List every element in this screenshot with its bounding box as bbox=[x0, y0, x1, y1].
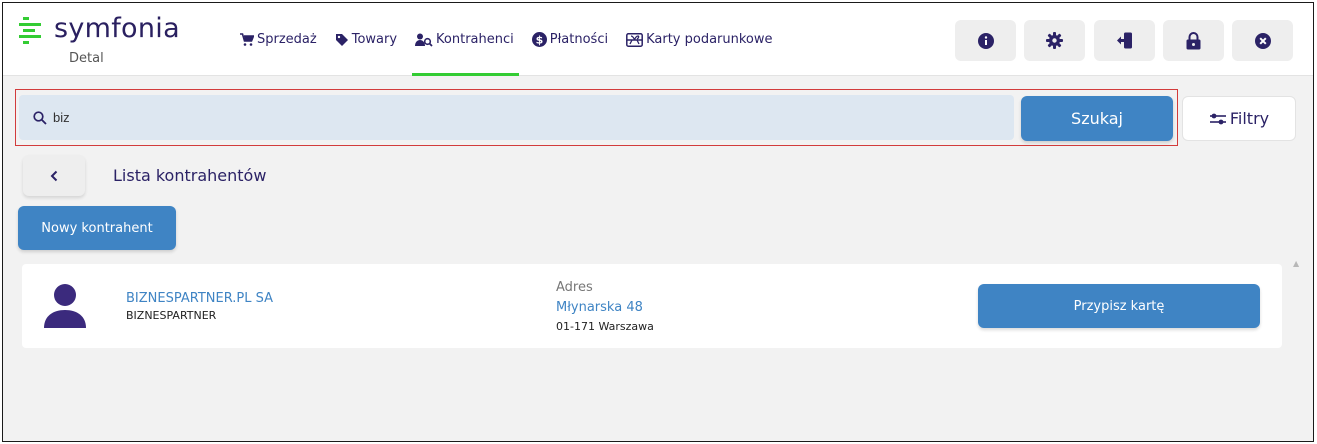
contacts-search-icon bbox=[415, 33, 433, 47]
cart-icon bbox=[240, 33, 254, 46]
contractor-short-name: BIZNESPARTNER bbox=[126, 309, 217, 322]
lock-button[interactable] bbox=[1163, 20, 1224, 61]
search-icon bbox=[33, 110, 47, 125]
gift-card-icon bbox=[626, 32, 644, 47]
nav-item-kontrahenci[interactable]: Kontrahenci bbox=[406, 3, 523, 76]
search-bar[interactable] bbox=[19, 95, 1014, 140]
logo-subtitle: Detal bbox=[69, 51, 104, 66]
info-icon bbox=[977, 32, 994, 49]
nav-label: Sprzedaż bbox=[257, 32, 317, 47]
nav-label: Towary bbox=[351, 32, 398, 47]
info-button[interactable] bbox=[955, 20, 1016, 61]
symfonia-logo-icon bbox=[19, 17, 41, 44]
lock-icon bbox=[1186, 31, 1201, 49]
logout-icon bbox=[1117, 32, 1132, 49]
app-window: symfonia Detal Sprzedaż Towary Kontrahen… bbox=[2, 2, 1314, 442]
back-button[interactable] bbox=[23, 155, 85, 196]
new-contractor-button[interactable]: Nowy kontrahent bbox=[18, 206, 176, 250]
address-city: 01-171 Warszawa bbox=[556, 320, 654, 333]
filter-sliders-icon bbox=[1209, 113, 1226, 124]
filters-label: Filtry bbox=[1229, 109, 1270, 128]
address-label: Adres bbox=[556, 280, 593, 295]
assign-card-button[interactable]: Przypisz kartę bbox=[978, 284, 1260, 328]
filters-button[interactable]: Filtry bbox=[1182, 96, 1296, 141]
page-title: Lista kontrahentów bbox=[113, 166, 267, 185]
nav-label: Karty podarunkowe bbox=[646, 32, 773, 47]
main-nav: Sprzedaż Towary Kontrahenci $ Płatności … bbox=[231, 3, 782, 76]
settings-button[interactable] bbox=[1024, 20, 1085, 61]
chevron-left-icon bbox=[50, 170, 58, 181]
nav-label: Płatności bbox=[549, 32, 609, 47]
nav-item-karty-podarunkowe[interactable]: Karty podarunkowe bbox=[617, 3, 781, 76]
gear-icon bbox=[1046, 32, 1063, 49]
contractor-name-link[interactable]: BIZNESPARTNER.PL SA bbox=[126, 291, 273, 306]
nav-item-platnosci[interactable]: $ Płatności bbox=[523, 3, 617, 76]
app-logo: symfonia Detal bbox=[17, 13, 217, 71]
logout-button[interactable] bbox=[1094, 20, 1155, 61]
logo-name: symfonia bbox=[54, 13, 180, 44]
tag-icon bbox=[335, 33, 348, 46]
close-button[interactable] bbox=[1232, 20, 1293, 61]
contractor-card: BIZNESPARTNER.PL SA BIZNESPARTNER Adres … bbox=[22, 264, 1282, 348]
search-input[interactable] bbox=[53, 110, 953, 125]
nav-label: Kontrahenci bbox=[436, 32, 514, 47]
scroll-up-arrow[interactable]: ▲ bbox=[1293, 259, 1299, 268]
dollar-circle-icon: $ bbox=[531, 32, 547, 47]
top-header: symfonia Detal Sprzedaż Towary Kontrahen… bbox=[3, 3, 1313, 76]
nav-item-towary[interactable]: Towary bbox=[326, 3, 406, 76]
nav-item-sprzedaz[interactable]: Sprzedaż bbox=[231, 3, 326, 76]
address-street: Młynarska 48 bbox=[556, 300, 643, 315]
close-circle-icon bbox=[1254, 32, 1271, 49]
svg-text:$: $ bbox=[535, 34, 543, 47]
person-avatar-icon bbox=[44, 284, 86, 328]
search-button[interactable]: Szukaj bbox=[1021, 96, 1173, 141]
